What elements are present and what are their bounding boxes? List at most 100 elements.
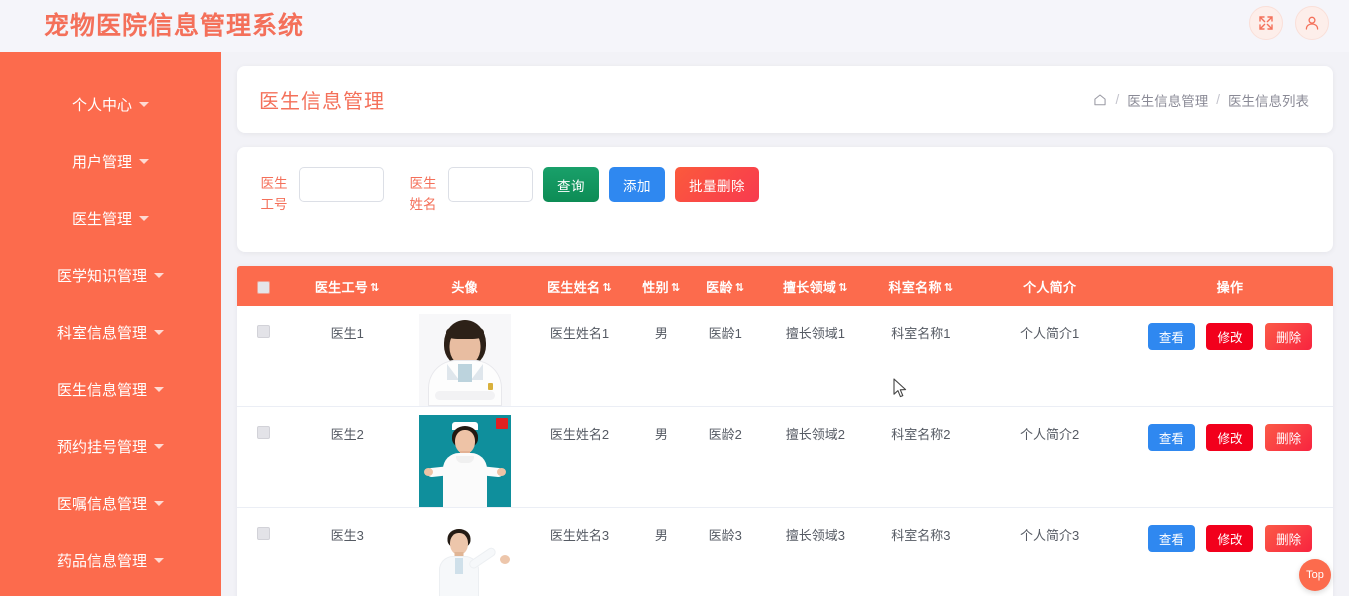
- select-all-checkbox[interactable]: [257, 280, 271, 294]
- header-years[interactable]: 医龄 ⇅: [689, 266, 761, 306]
- breadcrumb-item-doctor-info-management[interactable]: 医生信息管理: [1127, 90, 1208, 110]
- header-label: 擅长领域: [782, 279, 837, 295]
- row-checkbox[interactable]: [257, 426, 271, 440]
- sort-icon: ⇅: [838, 281, 848, 294]
- cell-specialty: 擅长领域2: [785, 427, 845, 442]
- cell-bio: 个人简介1: [1020, 326, 1080, 341]
- row-checkbox[interactable]: [257, 527, 271, 541]
- doctor-no-input[interactable]: [299, 167, 384, 202]
- cell-specialty: 擅长领域1: [785, 326, 845, 341]
- delete-button[interactable]: 删除: [1265, 424, 1313, 451]
- table-body: 医生1 医生姓名1 男 医龄1 擅长领域1 科室名称1 个人简介1 查看 修改 …: [237, 306, 1333, 596]
- sidebar-item-medical-order-management[interactable]: 医嘱信息管理: [0, 475, 221, 532]
- sidebar-item-department-info-management[interactable]: 科室信息管理: [0, 304, 221, 361]
- chevron-down-icon: [139, 159, 149, 164]
- header-label: 医生工号: [314, 279, 369, 295]
- header-operations: 操作: [1127, 266, 1333, 306]
- batch-delete-button[interactable]: 批量删除: [675, 167, 759, 202]
- cell-gender: 男: [654, 427, 668, 442]
- doctor-photo-3: [418, 516, 511, 596]
- sidebar-item-doctor-info-management[interactable]: 医生信息管理: [0, 361, 221, 418]
- sidebar-item-doctor-management[interactable]: 医生管理: [0, 190, 221, 247]
- chevron-down-icon: [154, 273, 164, 278]
- header-department[interactable]: 科室名称 ⇅: [869, 266, 972, 306]
- sort-icon: ⇅: [734, 281, 745, 294]
- scroll-to-top-button[interactable]: Top: [1299, 559, 1331, 591]
- header-label: 头像: [451, 279, 478, 295]
- breadcrumb-separator: /: [1216, 92, 1220, 107]
- search-filter-card: 医生工号 医生姓名 查询 添加 批量删除: [237, 147, 1333, 252]
- delete-button[interactable]: 删除: [1265, 323, 1313, 350]
- top-header-bar: 宠物医院信息管理系统: [0, 0, 1349, 52]
- edit-button[interactable]: 修改: [1206, 323, 1254, 350]
- doctor-info-table: 医生工号 ⇅ 头像 医生姓名 ⇅ 性别 ⇅ 医龄 ⇅ 擅长领域 ⇅ 科室名称 ⇅…: [237, 266, 1333, 596]
- header-label: 个人简介: [1023, 279, 1077, 295]
- row-select-cell: [237, 508, 291, 596]
- cell-avatar: [404, 407, 526, 508]
- add-button[interactable]: 添加: [609, 167, 665, 202]
- fullscreen-button[interactable]: [1249, 6, 1283, 40]
- cell-doctor-name: 医生姓名3: [549, 528, 610, 543]
- chevron-down-icon: [154, 501, 164, 506]
- header-avatar: 头像: [404, 266, 526, 306]
- cell-bio: 个人简介3: [1020, 528, 1080, 543]
- header-label: 操作: [1216, 279, 1244, 295]
- row-select-cell: [237, 306, 291, 407]
- sidebar-item-label: 预约挂号管理: [56, 439, 147, 456]
- sidebar-item-personal-center[interactable]: 个人中心: [0, 76, 221, 133]
- header-doctor-name[interactable]: 医生姓名 ⇅: [525, 266, 633, 306]
- sidebar-item-label: 药品信息管理: [56, 553, 147, 570]
- row-checkbox[interactable]: [257, 325, 271, 339]
- user-menu-button[interactable]: [1295, 6, 1329, 40]
- chevron-down-icon: [139, 216, 149, 221]
- home-icon[interactable]: [1093, 93, 1107, 107]
- doctor-no-field-group: 医生工号: [255, 167, 384, 215]
- sidebar-item-label: 用户管理: [71, 154, 132, 171]
- doctor-photo-1: [418, 314, 511, 406]
- sidebar-item-appointment-management[interactable]: 预约挂号管理: [0, 418, 221, 475]
- edit-button[interactable]: 修改: [1206, 424, 1254, 451]
- table-row: 医生1 医生姓名1 男 医龄1 擅长领域1 科室名称1 个人简介1 查看 修改 …: [237, 306, 1333, 407]
- cell-specialty: 擅长领域3: [785, 528, 845, 543]
- user-avatar-icon: [1304, 15, 1320, 31]
- main-content-area: 医生信息管理 / 医生信息管理 / 医生信息列表 医生工号 医生姓名 查询 添加…: [221, 52, 1349, 596]
- sidebar-item-drug-info-management[interactable]: 药品信息管理: [0, 532, 221, 589]
- table-header: 医生工号 ⇅ 头像 医生姓名 ⇅ 性别 ⇅ 医龄 ⇅ 擅长领域 ⇅ 科室名称 ⇅…: [237, 266, 1333, 306]
- query-button[interactable]: 查询: [543, 167, 599, 202]
- sidebar-item-label: 个人中心: [71, 97, 132, 114]
- table-row: 医生3 医生姓名3 男 医龄3 擅长领域3 科室名称3 个人简介3 查看 修改 …: [237, 507, 1333, 596]
- doctor-name-field-group: 医生姓名: [404, 167, 533, 215]
- cell-avatar: [404, 306, 526, 407]
- cell-years: 医龄1: [708, 326, 742, 341]
- chevron-down-icon: [154, 558, 164, 563]
- view-button[interactable]: 查看: [1147, 323, 1195, 350]
- cell-doctor-no: 医生2: [330, 427, 364, 442]
- sidebar-item-user-management[interactable]: 用户管理: [0, 133, 221, 190]
- cell-operations: 查看 修改 删除: [1127, 407, 1333, 508]
- cell-doctor-no: 医生1: [330, 326, 364, 341]
- cell-doctor-name: 医生姓名2: [549, 427, 610, 442]
- doctor-name-input[interactable]: [448, 167, 533, 202]
- chevron-down-icon: [139, 102, 149, 107]
- header-label: 医龄: [706, 279, 733, 295]
- cell-department: 科室名称3: [891, 528, 951, 543]
- sort-icon: ⇅: [943, 281, 954, 294]
- header-doctor-no[interactable]: 医生工号 ⇅: [291, 266, 404, 306]
- cell-bio: 个人简介2: [1020, 427, 1080, 442]
- header-specialty[interactable]: 擅长领域 ⇅: [761, 266, 869, 306]
- cell-department: 科室名称2: [891, 427, 951, 442]
- view-button[interactable]: 查看: [1147, 525, 1195, 552]
- edit-button[interactable]: 修改: [1206, 525, 1254, 552]
- header-gender[interactable]: 性别 ⇅: [634, 266, 690, 306]
- page-title-card: 医生信息管理 / 医生信息管理 / 医生信息列表: [237, 66, 1333, 133]
- cell-department: 科室名称1: [891, 326, 951, 341]
- search-form-row: 医生工号 医生姓名 查询 添加 批量删除: [255, 167, 1315, 215]
- sidebar-item-medical-knowledge-management[interactable]: 医学知识管理: [0, 247, 221, 304]
- delete-button[interactable]: 删除: [1265, 525, 1313, 552]
- row-select-cell: [237, 407, 291, 508]
- table-row: 医生2 医生姓名2 男 医龄2 擅长领域2 科室名称2 个人简介2 查看 修改 …: [237, 406, 1333, 508]
- view-button[interactable]: 查看: [1147, 424, 1195, 451]
- sort-icon: ⇅: [370, 281, 380, 294]
- cell-operations: 查看 修改 删除: [1127, 306, 1333, 407]
- sort-icon: ⇅: [670, 281, 681, 294]
